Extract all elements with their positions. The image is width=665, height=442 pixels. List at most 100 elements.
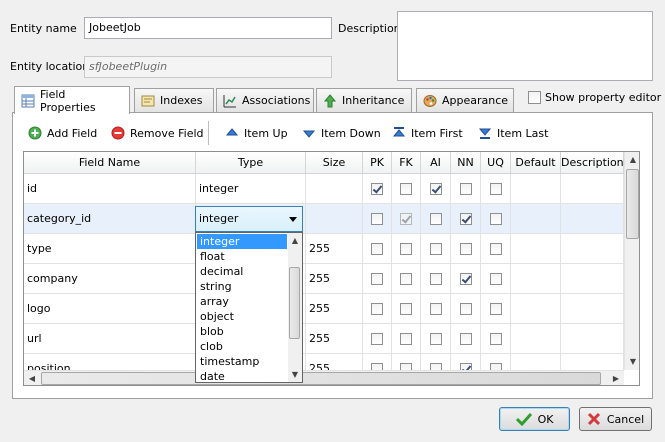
ai-cell[interactable] xyxy=(421,204,451,234)
uq-checkbox[interactable] xyxy=(490,213,502,225)
nn-cell[interactable] xyxy=(451,294,481,324)
size-cell[interactable]: 255 xyxy=(306,264,363,294)
scroll-left-icon[interactable]: ◀ xyxy=(24,371,40,385)
uq-checkbox[interactable] xyxy=(490,183,502,195)
pk-checkbox[interactable] xyxy=(371,333,383,345)
dropdown-scroll-up-icon[interactable]: ▲ xyxy=(287,233,303,249)
column-header-description[interactable]: Description xyxy=(561,152,624,174)
uq-cell[interactable] xyxy=(481,204,511,234)
default-cell[interactable] xyxy=(511,294,561,324)
default-cell[interactable] xyxy=(511,264,561,294)
uq-cell[interactable] xyxy=(481,234,511,264)
dropdown-scrollbar[interactable]: ▲ ▼ xyxy=(288,233,302,382)
scroll-down-icon[interactable]: ▼ xyxy=(625,354,639,370)
field-name-cell[interactable]: category_id xyxy=(24,204,196,234)
uq-cell[interactable] xyxy=(481,264,511,294)
ai-checkbox[interactable] xyxy=(430,213,442,225)
column-header-uq[interactable]: UQ xyxy=(481,152,511,174)
nn-cell[interactable] xyxy=(451,234,481,264)
table-row[interactable]: logo 255 xyxy=(24,294,624,324)
pk-checkbox[interactable] xyxy=(371,183,383,195)
field-name-cell[interactable]: logo xyxy=(24,294,196,324)
ai-cell[interactable] xyxy=(421,324,451,354)
tab-field-properties[interactable]: Field Properties xyxy=(14,86,130,114)
description-cell[interactable] xyxy=(561,264,624,294)
description-cell[interactable] xyxy=(561,324,624,354)
horizontal-scroll-thumb[interactable] xyxy=(41,372,601,385)
pk-checkbox[interactable] xyxy=(371,303,383,315)
pk-checkbox[interactable] xyxy=(371,243,383,255)
ai-checkbox[interactable] xyxy=(430,243,442,255)
fk-checkbox[interactable] xyxy=(400,243,412,255)
dropdown-option[interactable]: string xyxy=(197,279,287,294)
fk-cell[interactable] xyxy=(392,264,421,294)
nn-checkbox[interactable] xyxy=(460,303,472,315)
item-last-button[interactable]: Item Last xyxy=(478,123,548,143)
type-cell[interactable]: integer xyxy=(196,174,306,204)
dropdown-option[interactable]: timestamp xyxy=(197,354,287,369)
ai-checkbox[interactable] xyxy=(430,333,442,345)
grid-vertical-scrollbar[interactable]: ▲ ▼ xyxy=(624,152,639,370)
default-cell[interactable] xyxy=(511,324,561,354)
dropdown-option[interactable]: date xyxy=(197,369,287,384)
table-row[interactable]: category_idinteger xyxy=(24,204,624,234)
uq-checkbox[interactable] xyxy=(490,273,502,285)
description-cell[interactable] xyxy=(561,174,624,204)
dropdown-option[interactable]: array xyxy=(197,294,287,309)
nn-checkbox[interactable] xyxy=(460,333,472,345)
item-up-button[interactable]: Item Up xyxy=(225,123,288,143)
nn-cell[interactable] xyxy=(451,174,481,204)
item-down-button[interactable]: Item Down xyxy=(302,123,381,143)
dropdown-option[interactable]: clob xyxy=(197,339,287,354)
ai-cell[interactable] xyxy=(421,174,451,204)
fk-checkbox[interactable] xyxy=(400,213,412,225)
nn-cell[interactable] xyxy=(451,264,481,294)
pk-cell[interactable] xyxy=(363,234,392,264)
pk-cell[interactable] xyxy=(363,174,392,204)
column-header-size[interactable]: Size xyxy=(306,152,363,174)
column-header-type[interactable]: Type xyxy=(196,152,306,174)
tab-appearance[interactable]: Appearance xyxy=(416,88,514,112)
size-cell[interactable]: 255 xyxy=(306,234,363,264)
description-cell[interactable] xyxy=(561,234,624,264)
pk-checkbox[interactable] xyxy=(371,213,383,225)
show-property-editor-checkbox[interactable] xyxy=(528,91,541,104)
fk-checkbox[interactable] xyxy=(400,183,412,195)
size-cell[interactable]: 255 xyxy=(306,294,363,324)
pk-checkbox[interactable] xyxy=(371,273,383,285)
fk-cell[interactable] xyxy=(392,234,421,264)
nn-checkbox[interactable] xyxy=(460,243,472,255)
uq-checkbox[interactable] xyxy=(490,333,502,345)
field-name-cell[interactable]: id xyxy=(24,174,196,204)
column-header-pk[interactable]: PK xyxy=(363,152,392,174)
table-row[interactable]: company 255 xyxy=(24,264,624,294)
nn-checkbox[interactable] xyxy=(460,183,472,195)
field-name-cell[interactable]: type xyxy=(24,234,196,264)
field-name-cell[interactable]: url xyxy=(24,324,196,354)
ai-checkbox[interactable] xyxy=(430,183,442,195)
description-textarea[interactable] xyxy=(397,11,653,81)
ai-cell[interactable] xyxy=(421,294,451,324)
pk-cell[interactable] xyxy=(363,324,392,354)
default-cell[interactable] xyxy=(511,234,561,264)
fk-cell[interactable] xyxy=(392,204,421,234)
default-cell[interactable] xyxy=(511,174,561,204)
field-name-cell[interactable]: company xyxy=(24,264,196,294)
dropdown-scroll-down-icon[interactable]: ▼ xyxy=(287,367,303,383)
tab-inheritance[interactable]: Inheritance xyxy=(316,88,412,112)
dropdown-option[interactable]: decimal xyxy=(197,264,287,279)
nn-cell[interactable] xyxy=(451,324,481,354)
item-first-button[interactable]: Item First xyxy=(392,123,463,143)
cancel-button[interactable]: Cancel xyxy=(579,407,652,431)
ai-checkbox[interactable] xyxy=(430,303,442,315)
column-header-fk[interactable]: FK xyxy=(392,152,421,174)
fk-checkbox[interactable] xyxy=(400,273,412,285)
ai-checkbox[interactable] xyxy=(430,273,442,285)
remove-field-button[interactable]: Remove Field xyxy=(111,123,204,143)
uq-checkbox[interactable] xyxy=(490,303,502,315)
fk-cell[interactable] xyxy=(392,294,421,324)
entity-name-input[interactable]: JobeetJob xyxy=(84,17,332,39)
fk-cell[interactable] xyxy=(392,324,421,354)
fk-checkbox[interactable] xyxy=(400,333,412,345)
type-combobox[interactable]: integer xyxy=(195,206,303,232)
